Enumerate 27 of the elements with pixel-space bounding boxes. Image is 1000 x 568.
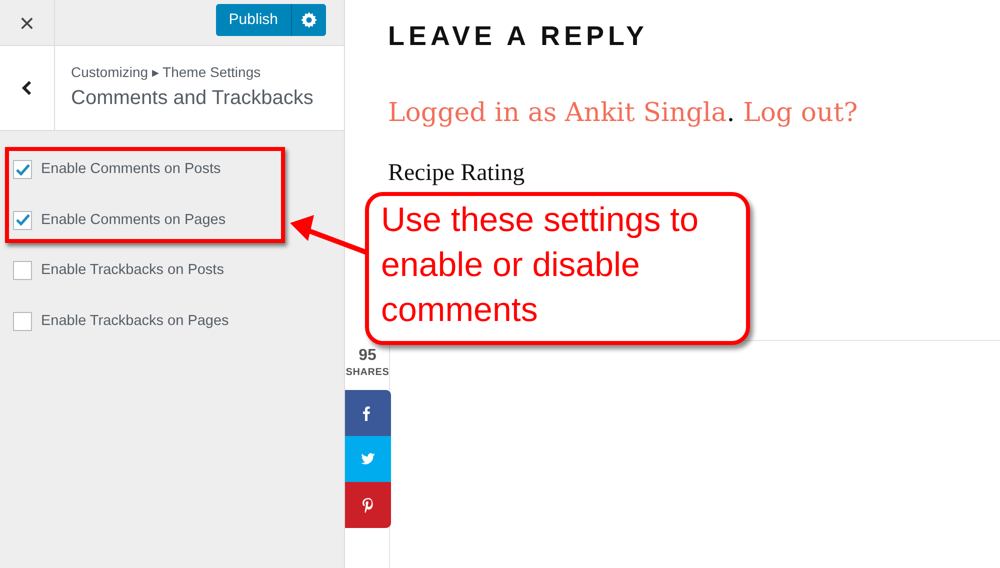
share-count: 95 (358, 346, 378, 366)
share-button[interactable] (345, 390, 391, 436)
close-button[interactable]: × (0, 0, 55, 45)
checkbox[interactable] (13, 160, 32, 179)
callout: Use these settings to enable or disable comments (365, 192, 750, 345)
profile-link[interactable]: Logged in as Ankit Singla (388, 98, 727, 128)
option-label[interactable]: Enable Trackbacks on Posts (41, 260, 224, 282)
shares-label: SHARES (345, 366, 390, 380)
checkbox[interactable] (13, 312, 32, 332)
section-title: Comments and Trackbacks (71, 86, 314, 111)
settings-button[interactable] (292, 4, 326, 36)
recipe-rating-heading: Recipe Rating (388, 160, 525, 186)
publish-button[interactable]: Publish (216, 4, 292, 36)
back-icon (22, 80, 32, 96)
logout-link[interactable]: Log out? (743, 98, 858, 128)
option-label[interactable]: Enable Trackbacks on Pages (41, 311, 229, 333)
bird-icon (360, 451, 376, 467)
settings-icon (301, 12, 317, 28)
checkbox[interactable] (13, 261, 32, 280)
breadcrumb: Customizing ▸ Theme Settings (71, 63, 262, 82)
option-label[interactable]: Enable Comments on Posts (41, 159, 221, 181)
heading: LEAVE A REPLY (388, 20, 648, 52)
checkbox[interactable] (13, 210, 32, 230)
pin-icon (360, 497, 376, 513)
share-button[interactable] (345, 482, 391, 528)
option-label[interactable]: Enable Comments on Pages (41, 210, 226, 232)
period: . (726, 98, 735, 128)
